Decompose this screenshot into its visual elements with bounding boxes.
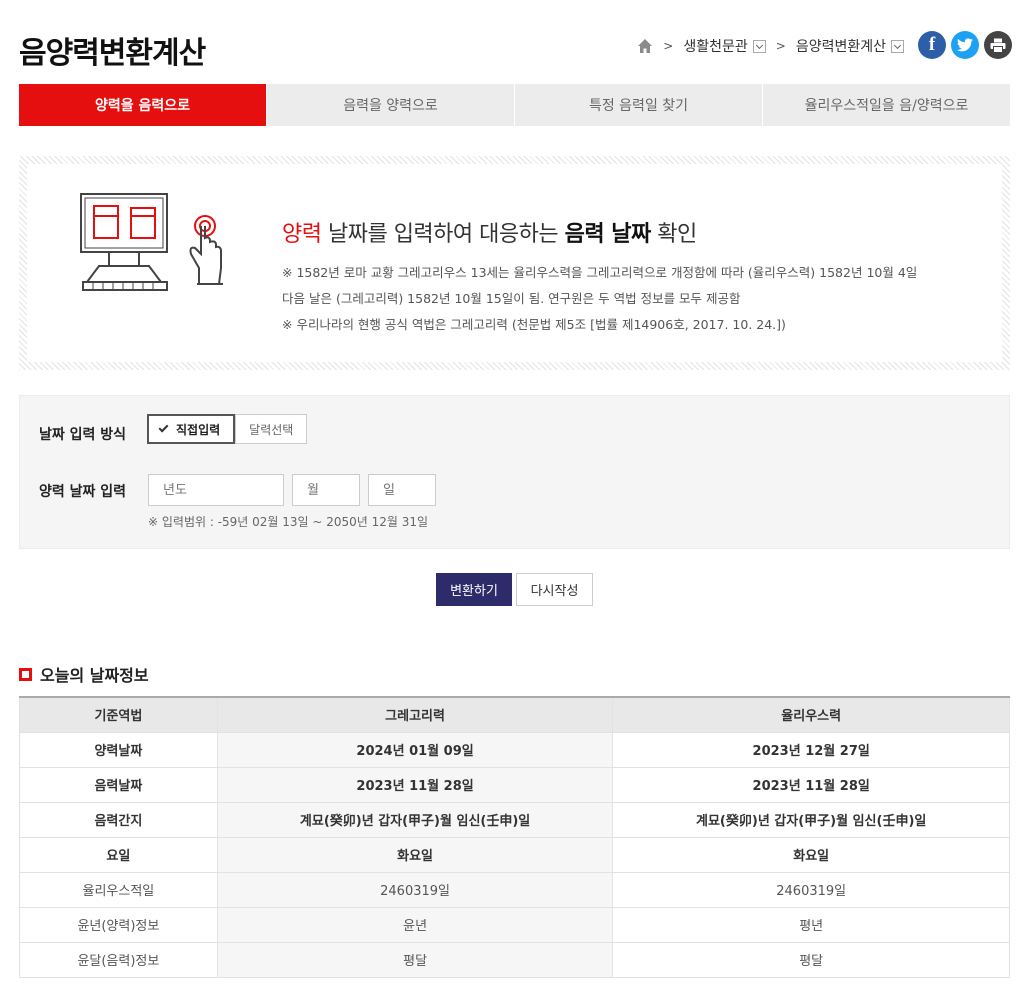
tab-bar: 양력을 음력으로 음력을 양력으로 특정 음력일 찾기 율리우스적일을 음/양력… — [19, 84, 1010, 126]
info-panel: 양력 날짜를 입력하여 대응하는 음력 날짜 확인 ※ 1582년 로마 교황 … — [19, 156, 1010, 370]
check-icon — [158, 422, 169, 433]
header-cell: 율리우스력 — [612, 696, 1010, 733]
table-cell: 윤년 — [216, 906, 614, 943]
tab-find-lunar-date[interactable]: 특정 음력일 찾기 — [515, 84, 763, 126]
breadcrumb-item-current[interactable]: 음양력변환계산 — [796, 36, 886, 56]
table-cell: 계묘(癸卯)년 갑자(甲子)월 임신(壬申)일 — [216, 801, 614, 838]
year-input[interactable] — [148, 474, 284, 506]
today-info-table: 기준역법 그레고리력 율리우스력 양력날짜 2024년 01월 09일 2023… — [19, 696, 1010, 978]
month-input[interactable] — [292, 474, 360, 506]
table-cell: 2460319일 — [612, 871, 1010, 908]
input-method-label: 날짜 입력 방식 — [39, 427, 127, 443]
table-cell: 평달 — [216, 941, 614, 978]
row-header-cell: 요일 — [19, 836, 218, 873]
chevron-right-icon: > — [663, 39, 674, 53]
twitter-share-button[interactable] — [951, 31, 979, 59]
chevron-right-icon: > — [775, 39, 786, 53]
date-input-form: 날짜 입력 방식 직접입력 달력선택 양력 날짜 입력 ※ 입력범위 : -59… — [19, 395, 1010, 549]
table-row: 음력날짜 2023년 11월 28일 2023년 11월 28일 — [19, 766, 1010, 803]
tab-julian-day[interactable]: 율리우스적일을 음/양력으로 — [763, 84, 1010, 126]
table-header-row: 기준역법 그레고리력 율리우스력 — [19, 696, 1010, 733]
table-row: 요일 화요일 화요일 — [19, 836, 1010, 873]
breadcrumb: > 생활천문관 > 음양력변환계산 — [637, 36, 904, 56]
header-cell: 그레고리력 — [216, 696, 614, 733]
row-header-cell: 윤년(양력)정보 — [19, 906, 218, 943]
reset-button[interactable]: 다시작성 — [516, 573, 593, 606]
table-cell: 화요일 — [216, 836, 614, 873]
print-button[interactable] — [984, 31, 1012, 59]
header-cell: 기준역법 — [19, 696, 218, 733]
row-header-cell: 양력날짜 — [19, 731, 218, 768]
today-section-title: 오늘의 날짜정보 — [19, 662, 149, 686]
input-range-note: ※ 입력범위 : -59년 02월 13일 ~ 2050년 12월 31일 — [148, 515, 429, 529]
info-headline: 양력 날짜를 입력하여 대응하는 음력 날짜 확인 — [282, 222, 697, 247]
table-cell: 평년 — [612, 906, 1010, 943]
info-note-1: ※ 1582년 로마 교황 그레고리우스 13세는 율리우스력을 그레고리력으로… — [282, 265, 918, 280]
table-row: 율리우스적일 2460319일 2460319일 — [19, 871, 1010, 908]
chevron-down-icon[interactable] — [752, 39, 766, 53]
printer-icon — [990, 38, 1006, 53]
table-row: 윤달(음력)정보 평달 평달 — [19, 941, 1010, 978]
social-buttons: f — [918, 31, 1012, 59]
row-header-cell: 율리우스적일 — [19, 871, 218, 908]
table-cell: 계묘(癸卯)년 갑자(甲子)월 임신(壬申)일 — [612, 801, 1010, 838]
table-row: 음력간지 계묘(癸卯)년 갑자(甲子)월 임신(壬申)일 계묘(癸卯)년 갑자(… — [19, 801, 1010, 838]
table-cell: 화요일 — [612, 836, 1010, 873]
square-bullet-icon — [19, 667, 32, 681]
table-cell: 2024년 01월 09일 — [216, 731, 614, 768]
direct-input-option[interactable]: 직접입력 — [147, 414, 236, 444]
twitter-icon — [957, 38, 973, 52]
row-header-cell: 음력날짜 — [19, 766, 218, 803]
computer-touch-icon — [80, 193, 223, 291]
table-cell: 2023년 11월 28일 — [216, 766, 614, 803]
page-title: 음양력변환계산 — [19, 36, 206, 71]
info-note-2: 다음 날은 (그레고리력) 1582년 10월 15일이 됨. 연구원은 두 역… — [282, 291, 741, 306]
row-header-cell: 윤달(음력)정보 — [19, 941, 218, 978]
chevron-down-icon[interactable] — [891, 39, 904, 53]
table-row: 양력날짜 2024년 01월 09일 2023년 12월 27일 — [19, 731, 1010, 768]
calendar-select-option[interactable]: 달력선택 — [235, 414, 308, 444]
info-note-3: ※ 우리나라의 현행 공식 역법은 그레고리력 (천문법 제5조 [법률 제14… — [282, 317, 786, 332]
table-cell: 2023년 11월 28일 — [612, 766, 1010, 803]
table-cell: 2023년 12월 27일 — [612, 731, 1010, 768]
date-input-label: 양력 날짜 입력 — [39, 484, 127, 500]
row-header-cell: 음력간지 — [19, 801, 218, 838]
day-input[interactable] — [368, 474, 436, 506]
tab-solar-to-lunar[interactable]: 양력을 음력으로 — [19, 84, 267, 126]
convert-button[interactable]: 변환하기 — [436, 573, 512, 606]
table-cell: 평달 — [612, 941, 1010, 978]
tab-lunar-to-solar[interactable]: 음력을 양력으로 — [267, 84, 515, 126]
home-icon[interactable] — [637, 38, 653, 54]
table-row: 윤년(양력)정보 윤년 평년 — [19, 906, 1010, 943]
table-cell: 2460319일 — [216, 871, 614, 908]
input-method-toggle: 직접입력 달력선택 — [147, 414, 308, 444]
breadcrumb-item-category[interactable]: 생활천문관 — [683, 36, 747, 56]
facebook-share-button[interactable]: f — [918, 31, 946, 59]
